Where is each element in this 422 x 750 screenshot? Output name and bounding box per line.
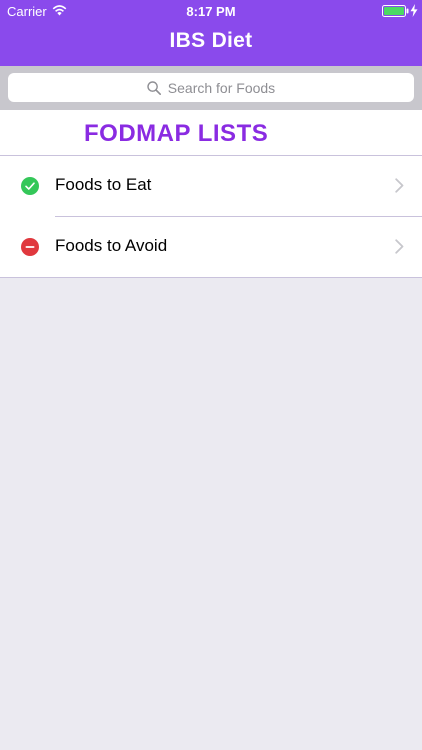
bolt-icon: [410, 4, 418, 17]
search-input[interactable]: Search for Foods: [8, 73, 414, 102]
nav-bar: Carrier 8:17 PM IBS Diet: [0, 0, 422, 66]
chevron-right-icon: [395, 239, 404, 254]
search-icon: [147, 80, 161, 95]
list-item-label: Foods to Eat: [55, 175, 152, 194]
section-title: FODMAP LISTS: [84, 120, 269, 147]
check-icon: [21, 177, 39, 195]
battery-icon: [382, 5, 409, 17]
status-bar: Carrier 8:17 PM: [0, 0, 422, 22]
list-item-foods-to-eat[interactable]: Foods to Eat: [0, 156, 422, 216]
chevron-right-icon: [395, 178, 404, 193]
list-item-label: Foods to Avoid: [55, 236, 168, 255]
minus-icon: [21, 238, 39, 256]
list-item-foods-to-avoid[interactable]: Foods to Avoid: [0, 217, 422, 277]
status-time: 8:17 PM: [186, 4, 236, 19]
search-bar: Search for Foods: [0, 66, 422, 110]
search-placeholder: Search for Foods: [167, 79, 276, 96]
list-bottom-separator: [0, 277, 422, 278]
nav-title: IBS Diet: [169, 29, 253, 52]
